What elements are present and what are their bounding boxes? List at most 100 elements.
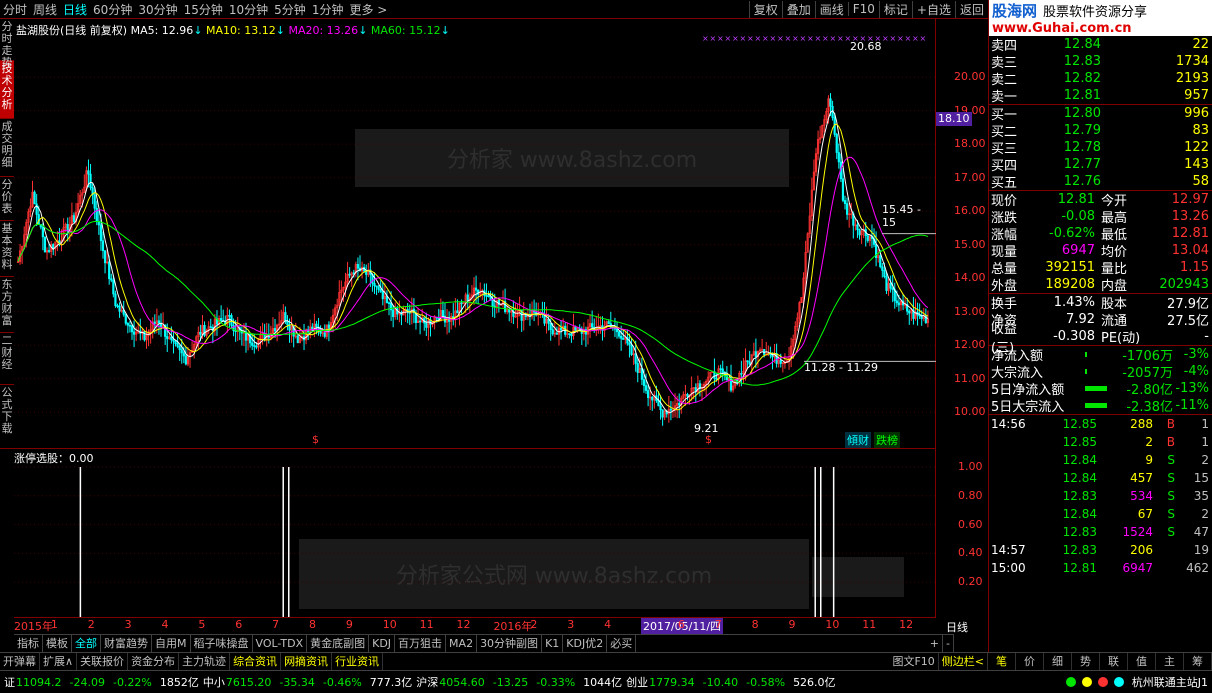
y-tick-label: 0.40 (958, 546, 983, 560)
indicator-subchart[interactable]: 涨停选股：0.00 分析家公式网 www.8ashz.com (14, 449, 936, 617)
nav-intraday[interactable]: 分时走势 (0, 19, 14, 69)
tick-price: 12.84 (1062, 453, 1097, 467)
tab-30min[interactable]: 30分钟 (135, 1, 180, 18)
overlay-button[interactable]: 叠加 (781, 0, 815, 18)
limit-up-plot[interactable] (14, 449, 936, 617)
add-watchlist-button[interactable]: +自选 (911, 0, 955, 18)
tab-template[interactable]: 模板 (43, 635, 72, 652)
current-price-tag: 18.10 (936, 112, 972, 126)
tab-30min-sub[interactable]: 30分钟副图 (477, 635, 543, 652)
tab-main[interactable]: 主 (1156, 653, 1184, 670)
graphic-f10-button[interactable]: 图文F10 (889, 653, 939, 670)
tab-ma2[interactable]: MA2 (446, 635, 478, 652)
y-tick-label: 14.00 (954, 271, 986, 285)
tab-weekly[interactable]: 周线 (30, 1, 60, 18)
tab-indicator[interactable]: 指标 (14, 635, 43, 652)
tick-volume: 288 (1130, 417, 1153, 431)
tab-industry-news[interactable]: 行业资讯 (332, 653, 384, 670)
nav-finance[interactable]: 二财经 (0, 333, 14, 385)
date-tick-label: 12 (899, 618, 914, 631)
sell-row: 卖二 12.82 2193 (989, 70, 1212, 88)
tab-15min[interactable]: 15分钟 (181, 1, 226, 18)
tab-all[interactable]: 全部 (72, 635, 101, 652)
tab-daily[interactable]: 日线 (60, 1, 90, 18)
tick-count: 35 (1193, 489, 1209, 503)
candle-body (686, 394, 689, 397)
tab-custom-m[interactable]: 自用M (152, 635, 191, 652)
tag-finance[interactable]: 傾财 (845, 432, 871, 448)
tab-main-track[interactable]: 主力轨迹 (179, 653, 231, 670)
candle-body (897, 302, 901, 306)
tab-intraday[interactable]: 分时 (0, 1, 30, 18)
quote-row: 现价 12.81 今开 12.97 (989, 191, 1212, 209)
tab-more[interactable]: 更多 > (346, 1, 390, 18)
zoom-in-button[interactable]: + (927, 635, 944, 652)
tab-kdj[interactable]: KDJ (369, 635, 396, 652)
tab-kdj2[interactable]: KDJ优2 (563, 635, 608, 652)
tab-trades[interactable]: 笔 (988, 653, 1016, 670)
zoom-out-button[interactable]: - (943, 635, 954, 652)
flow-value: -2.38亿 (1126, 400, 1173, 415)
signal-marker: × (822, 34, 829, 43)
restore-rights-button[interactable]: 复权 (748, 0, 782, 18)
tab-price[interactable]: 价 (1016, 653, 1044, 670)
fund-row: 收益(三) -0.308 PE(动) - (989, 322, 1212, 356)
tab-1min[interactable]: 1分钟 (309, 1, 347, 18)
draw-line-button[interactable]: 画线 (814, 0, 848, 18)
tab-danmaku[interactable]: 开弹幕 (0, 653, 40, 670)
index-change: -13.25 (492, 675, 529, 689)
candle-body (549, 323, 552, 330)
tick-list[interactable]: 14:56 12.85 288 B 1 12.85 2 B 1 12.84 9 S 2 12.84 457 S… (989, 415, 1212, 577)
nav-price-table[interactable]: 分价表 (0, 177, 14, 221)
mark-button[interactable]: 标记 (878, 0, 912, 18)
kline-chart[interactable]: 盐湖股份(日线 前复权) MA5: 12.96↓ MA10: 13.12↓ MA… (14, 19, 936, 449)
date-tick-label: 2 (530, 618, 538, 631)
nav-formula-download[interactable]: 公式下载 (0, 385, 14, 449)
candle-body (286, 321, 289, 326)
signal-marker: × (770, 34, 777, 43)
quote-label: 外盘 (991, 279, 1018, 294)
index-name: 中小 (202, 676, 225, 689)
tab-million-snipe[interactable]: 百万狙击 (395, 635, 447, 652)
sell-row: 卖三 12.83 1734 (989, 53, 1212, 71)
tab-detail[interactable]: 细 (1044, 653, 1072, 670)
candlestick-plot[interactable]: × × × × × × × × × × × × × × × × × × × × × × × × × × × × × × (14, 19, 936, 449)
tab-chips[interactable]: 筹 (1184, 653, 1212, 670)
tab-wealth-trend[interactable]: 财富趋势 (101, 635, 152, 652)
tick-price: 12.83 (1062, 525, 1097, 539)
tab-trend[interactable]: 势 (1072, 653, 1100, 670)
tab-general-news[interactable]: 综合资讯 (230, 653, 282, 670)
tab-digest-news[interactable]: 网摘资讯 (281, 653, 333, 670)
back-button[interactable]: 返回 (954, 0, 988, 18)
left-vertical-nav: 分时走势 技术分析 成交明细 分价表 基本资料 东方财富 二财经 公式下载 (0, 19, 14, 449)
tab-gold-bottom[interactable]: 黄金底副图 (307, 635, 370, 652)
tab-60min[interactable]: 60分钟 (90, 1, 135, 18)
flow-row: 净流入额 -1706万 -3% (989, 346, 1212, 364)
tick-volume: 1524 (1122, 525, 1153, 539)
tag-drop-list[interactable]: 跌榜 (874, 432, 900, 448)
tab-k1[interactable]: K1 (542, 635, 564, 652)
tab-expand[interactable]: 扩展∧ (40, 653, 78, 670)
tab-must-buy[interactable]: 必买 (607, 635, 637, 652)
nav-technical[interactable]: 技术分析 (0, 61, 14, 119)
buy-volume: 996 (1184, 106, 1209, 121)
f10-button[interactable]: F10 (847, 2, 879, 16)
index-pct: -0.33% (536, 675, 576, 689)
tab-10min[interactable]: 10分钟 (226, 1, 271, 18)
tab-fund-dist[interactable]: 资金分布 (128, 653, 180, 670)
sidebar-toggle[interactable]: 侧边栏< (939, 653, 988, 670)
nav-trade-detail[interactable]: 成交明细 (0, 119, 14, 177)
tab-daozi[interactable]: 稻子味操盘 (191, 635, 253, 652)
candle-body (112, 279, 115, 295)
tick-time: 14:57 (991, 543, 1026, 557)
nav-eastmoney[interactable]: 东方财富 (0, 277, 14, 333)
candle-body (166, 336, 169, 340)
candle-body (178, 346, 181, 350)
tab-related[interactable]: 联 (1100, 653, 1128, 670)
sell-volume: 2193 (1175, 71, 1209, 86)
tab-related-quotes[interactable]: 关联报价 (77, 653, 129, 670)
nav-basic-info[interactable]: 基本资料 (0, 221, 14, 277)
tab-5min[interactable]: 5分钟 (271, 1, 309, 18)
tab-vol-tdx[interactable]: VOL-TDX (253, 635, 308, 652)
tab-value[interactable]: 值 (1128, 653, 1156, 670)
